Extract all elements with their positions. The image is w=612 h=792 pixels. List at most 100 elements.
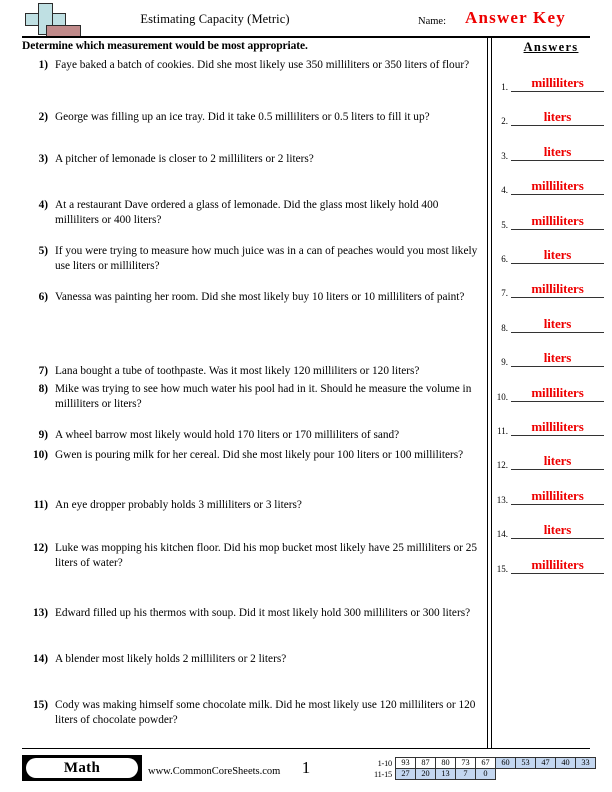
question-number: 5) bbox=[38, 245, 48, 257]
answer-blank-line[interactable]: milliliters bbox=[511, 488, 604, 505]
question-number: 11) bbox=[33, 499, 48, 511]
question-item: 13) Edward filled up his thermos with sou… bbox=[22, 606, 480, 621]
answer-blank-line[interactable]: milliliters bbox=[511, 281, 604, 299]
answer-row: 4. milliliters bbox=[492, 169, 608, 196]
question-item: 15) Cody was making himself some chocolat… bbox=[22, 698, 480, 727]
answer-row: 5. milliliters bbox=[492, 204, 608, 230]
answer-value: milliliters bbox=[531, 212, 584, 228]
score-conversion-table: 1-10 93 87 80 73 67 60 53 47 40 33 11-15 27 20 13 7 0 bbox=[374, 757, 596, 780]
answer-row: 13. milliliters bbox=[492, 479, 608, 505]
name-label: Name: bbox=[418, 16, 446, 27]
answer-value: liters bbox=[543, 109, 572, 125]
answer-value: milliliters bbox=[531, 419, 584, 434]
answer-value: liters bbox=[543, 350, 572, 366]
score-cell-empty bbox=[516, 769, 536, 780]
score-cell: 40 bbox=[555, 757, 576, 769]
answer-blank-line[interactable]: liters bbox=[511, 350, 604, 368]
question-number: 2) bbox=[38, 111, 48, 123]
answer-number: 8. bbox=[501, 322, 508, 333]
answer-blank-line[interactable]: milliliters bbox=[511, 213, 604, 230]
score-cell-empty bbox=[556, 769, 576, 780]
answer-blank-line[interactable]: liters bbox=[511, 522, 604, 540]
answer-value: liters bbox=[543, 143, 572, 159]
page-header: Estimating Capacity (Metric) Name: Answe… bbox=[0, 0, 612, 40]
question-number: 9) bbox=[38, 429, 48, 441]
score-cell: 73 bbox=[455, 757, 476, 769]
answer-number: 14. bbox=[496, 529, 508, 540]
answer-number: 5. bbox=[501, 219, 508, 230]
score-table-row: 1-10 93 87 80 73 67 60 53 47 40 33 bbox=[374, 757, 596, 769]
answer-value: milliliters bbox=[531, 556, 584, 572]
answer-value: liters bbox=[543, 453, 572, 469]
score-cell-empty bbox=[576, 769, 596, 780]
answer-blank-line[interactable]: milliliters bbox=[511, 178, 604, 196]
question-item: 7) Lana bought a tube of toothpaste. Was … bbox=[22, 364, 480, 379]
question-item: 8) Mike was trying to see how much water … bbox=[22, 382, 480, 411]
question-number: 8) bbox=[38, 383, 48, 395]
answer-blank-line[interactable]: liters bbox=[511, 144, 604, 161]
answer-row: 12. liters bbox=[492, 444, 608, 471]
question-number: 12) bbox=[32, 542, 48, 554]
score-cell: 13 bbox=[435, 768, 456, 780]
answer-value: liters bbox=[543, 522, 572, 538]
score-cell: 27 bbox=[395, 768, 416, 780]
question-number: 13) bbox=[32, 607, 48, 619]
answer-blank-line[interactable]: milliliters bbox=[511, 557, 604, 574]
question-number: 1) bbox=[38, 59, 48, 71]
question-item: 10) Gwen is pouring milk for her cereal. … bbox=[22, 448, 480, 463]
score-row2-label: 11-15 bbox=[373, 769, 392, 779]
question-text: A blender most likely holds 2 milliliter… bbox=[55, 653, 287, 665]
answer-blank-line[interactable]: milliliters bbox=[511, 75, 604, 92]
page-title: Estimating Capacity (Metric) bbox=[140, 12, 290, 26]
instructions-text: Determine which measurement would be mos… bbox=[22, 40, 308, 52]
score-cell: 20 bbox=[415, 768, 436, 780]
answer-row: 10. milliliters bbox=[492, 376, 608, 402]
answer-blank-line[interactable]: liters bbox=[511, 316, 604, 333]
answer-number: 11. bbox=[497, 426, 508, 436]
question-number: 15) bbox=[32, 699, 48, 711]
answer-value: milliliters bbox=[531, 487, 584, 503]
question-text: A pitcher of lemonade is closer to 2 mil… bbox=[55, 153, 314, 165]
answer-row: 3. liters bbox=[492, 135, 608, 161]
answer-value: liters bbox=[543, 247, 572, 262]
answer-value: milliliters bbox=[531, 281, 584, 297]
answer-number: 2. bbox=[501, 116, 508, 127]
answer-row: 7. milliliters bbox=[492, 272, 608, 299]
score-cell: 60 bbox=[495, 757, 516, 769]
score-cell: 67 bbox=[475, 757, 496, 769]
question-item: 4) At a restaurant Dave ordered a glass o… bbox=[22, 198, 480, 227]
answers-column-heading: Answers bbox=[523, 40, 579, 54]
answer-number: 10. bbox=[496, 391, 508, 402]
answer-number: 3. bbox=[501, 150, 508, 161]
answer-blank-line[interactable]: liters bbox=[511, 247, 604, 264]
question-item: 9) A wheel barrow most likely would hold … bbox=[22, 428, 480, 443]
answer-blank-line[interactable]: milliliters bbox=[511, 419, 604, 436]
question-item: 3) A pitcher of lemonade is closer to 2 m… bbox=[22, 152, 480, 167]
score-cell: 93 bbox=[395, 757, 416, 769]
question-number: 6) bbox=[38, 291, 48, 303]
score-cell: 33 bbox=[575, 757, 596, 769]
score-cell: 7 bbox=[455, 768, 476, 780]
answer-row: 6. liters bbox=[492, 238, 608, 264]
answer-blank-line[interactable]: liters bbox=[511, 453, 604, 471]
question-text: If you were trying to measure how much j… bbox=[55, 245, 478, 272]
question-text: George was filling up an ice tray. Did i… bbox=[55, 111, 430, 123]
answer-value: liters bbox=[543, 315, 572, 331]
question-item: 12) Luke was mopping his kitchen floor. D… bbox=[22, 541, 480, 570]
score-table-row: 11-15 27 20 13 7 0 bbox=[373, 768, 596, 780]
answer-key-stamp: Answer Key bbox=[465, 8, 566, 27]
answer-blank-line[interactable]: milliliters bbox=[511, 385, 604, 402]
score-cell: 80 bbox=[435, 757, 456, 769]
question-text: Edward filled up his thermos with soup. … bbox=[55, 607, 471, 619]
score-row1-label: 1-10 bbox=[377, 758, 393, 768]
footer-divider-rule bbox=[22, 748, 590, 749]
question-text: Faye baked a batch of cookies. Did she m… bbox=[55, 59, 470, 71]
answer-number: 13. bbox=[496, 494, 508, 505]
question-text: Luke was mopping his kitchen floor. Did … bbox=[55, 542, 478, 569]
question-text: Lana bought a tube of toothpaste. Was it… bbox=[55, 365, 420, 377]
answer-value: milliliters bbox=[531, 178, 584, 194]
answer-row: 9. liters bbox=[492, 341, 608, 368]
answer-number: 4. bbox=[501, 185, 508, 196]
score-cell: 53 bbox=[515, 757, 536, 769]
answer-blank-line[interactable]: liters bbox=[511, 109, 604, 127]
